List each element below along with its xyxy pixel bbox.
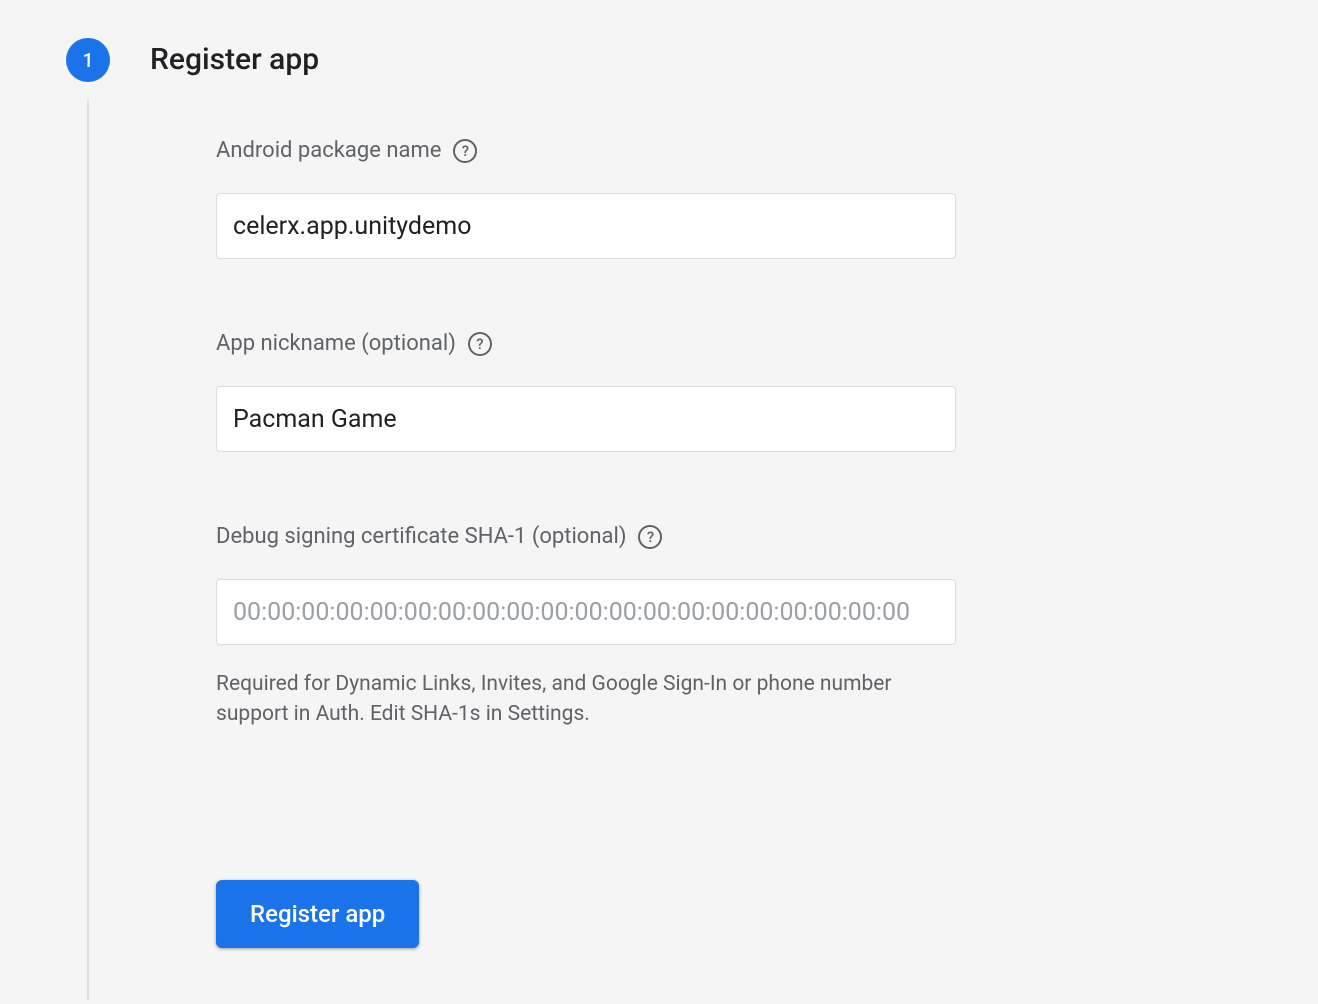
sha1-input[interactable]	[216, 579, 956, 645]
help-icon[interactable]	[468, 332, 492, 356]
help-icon[interactable]	[638, 525, 662, 549]
step-number-badge: 1	[66, 38, 110, 82]
nickname-label: App nickname (optional)	[216, 331, 456, 356]
nickname-input[interactable]	[216, 386, 956, 452]
help-icon[interactable]	[453, 139, 477, 163]
sha1-field-group: Debug signing certificate SHA-1 (optiona…	[216, 524, 956, 730]
step-header: 1 Register app	[66, 38, 1318, 82]
package-name-field-group: Android package name	[216, 138, 956, 259]
package-name-label: Android package name	[216, 138, 441, 163]
register-app-button[interactable]: Register app	[216, 880, 419, 948]
package-name-input[interactable]	[216, 193, 956, 259]
sha1-label: Debug signing certificate SHA-1 (optiona…	[216, 524, 626, 549]
step-connector-line	[87, 100, 89, 1000]
step-title: Register app	[150, 42, 1318, 77]
nickname-field-group: App nickname (optional)	[216, 331, 956, 452]
sha1-helper-text: Required for Dynamic Links, Invites, and…	[216, 669, 956, 730]
register-app-form: Android package name App nickname (optio…	[216, 138, 956, 948]
